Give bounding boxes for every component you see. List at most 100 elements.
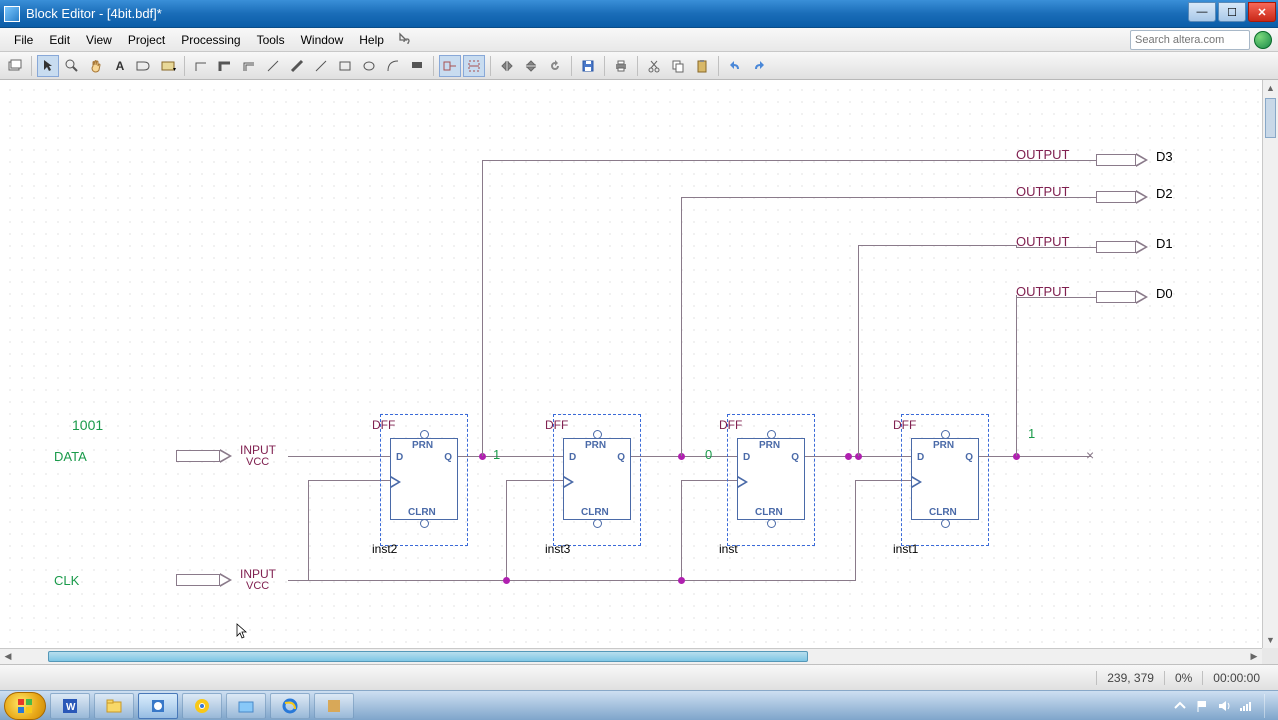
horizontal-scrollbar[interactable]: ◀ ▶: [0, 648, 1262, 664]
wire[interactable]: [1016, 160, 1096, 161]
wire[interactable]: [1016, 247, 1096, 248]
tool-ortho-bus[interactable]: [214, 55, 236, 77]
menu-view[interactable]: View: [78, 31, 120, 49]
tray-flag-icon[interactable]: [1194, 698, 1210, 714]
wire[interactable]: [681, 480, 682, 580]
close-button[interactable]: ✕: [1248, 2, 1276, 22]
menu-help[interactable]: Help: [351, 31, 392, 49]
task-word[interactable]: W: [50, 693, 90, 719]
tool-flip-v[interactable]: [520, 55, 542, 77]
wire[interactable]: [979, 456, 1091, 457]
wire[interactable]: [458, 456, 563, 457]
tool-diag-bus[interactable]: [286, 55, 308, 77]
maximize-button[interactable]: ☐: [1218, 2, 1246, 22]
scroll-thumb[interactable]: [1265, 98, 1276, 138]
scroll-right-icon[interactable]: ▶: [1246, 649, 1262, 664]
task-folder[interactable]: [226, 693, 266, 719]
tool-undo[interactable]: [724, 55, 746, 77]
menu-processing[interactable]: Processing: [173, 31, 248, 49]
minimize-button[interactable]: —: [1188, 2, 1216, 22]
dff-inst1[interactable]: PRN D Q CLRN DFF inst1: [911, 424, 979, 536]
tool-text[interactable]: A: [109, 55, 131, 77]
tool-flip-h[interactable]: [496, 55, 518, 77]
dff-inst2[interactable]: PRN D Q CLRN DFF inst2: [390, 424, 458, 536]
dff-inst3[interactable]: PRN D Q CLRN DFF inst3: [563, 424, 631, 536]
tool-fill[interactable]: [406, 55, 428, 77]
tray-volume-icon[interactable]: [1216, 698, 1232, 714]
scroll-up-icon[interactable]: ▲: [1263, 80, 1278, 96]
wire[interactable]: [1016, 297, 1096, 298]
scroll-thumb[interactable]: [48, 651, 808, 662]
start-button[interactable]: [4, 692, 46, 720]
dff-type-label: DFF: [372, 418, 395, 432]
wire[interactable]: [482, 160, 483, 456]
wire-value-3: 1: [1028, 426, 1035, 441]
tool-diag-line[interactable]: [262, 55, 284, 77]
wire[interactable]: [1016, 245, 1017, 247]
tool-hand[interactable]: [85, 55, 107, 77]
search-globe-icon[interactable]: [1254, 31, 1272, 49]
menu-window[interactable]: Window: [293, 31, 352, 49]
tool-symbol[interactable]: [133, 55, 155, 77]
wire[interactable]: [308, 480, 390, 481]
wire[interactable]: [1016, 295, 1017, 456]
tool-copy[interactable]: [667, 55, 689, 77]
scroll-left-icon[interactable]: ◀: [0, 649, 16, 664]
wire[interactable]: [482, 160, 1016, 161]
tray-network-icon[interactable]: [1238, 698, 1254, 714]
wire[interactable]: [858, 245, 859, 456]
tool-rubberband-on[interactable]: [439, 55, 461, 77]
dff-type-label: DFF: [719, 418, 742, 432]
wire[interactable]: [506, 480, 507, 580]
tool-redo[interactable]: [748, 55, 770, 77]
tool-save[interactable]: [577, 55, 599, 77]
tool-oval[interactable]: [358, 55, 380, 77]
tool-selection[interactable]: [37, 55, 59, 77]
tool-conduit[interactable]: [238, 55, 260, 77]
dangling-x-icon: ×: [1086, 447, 1094, 463]
tool-block[interactable]: ▾: [157, 55, 179, 77]
scroll-down-icon[interactable]: ▼: [1263, 632, 1278, 648]
tool-partial-select[interactable]: [463, 55, 485, 77]
wire[interactable]: [288, 580, 856, 581]
windows-logo-icon: [15, 696, 35, 716]
tray-up-icon[interactable]: [1172, 698, 1188, 714]
wire[interactable]: [855, 480, 856, 580]
wire[interactable]: [858, 245, 1016, 246]
junction-node: [678, 577, 685, 584]
menu-edit[interactable]: Edit: [41, 31, 78, 49]
task-explorer[interactable]: [94, 693, 134, 719]
wire[interactable]: [681, 197, 1016, 198]
tool-paste[interactable]: [691, 55, 713, 77]
menu-project[interactable]: Project: [120, 31, 173, 49]
help-context-icon[interactable]: [398, 32, 414, 48]
tool-zoom[interactable]: [61, 55, 83, 77]
tool-rotate[interactable]: [544, 55, 566, 77]
tool-detach[interactable]: [4, 55, 26, 77]
wire-value-2: 0: [705, 447, 712, 462]
dff-inst[interactable]: PRN D Q CLRN DFF inst: [737, 424, 805, 536]
schematic-canvas[interactable]: 1001 DATA INPUT VCC CLK INPUT VCC: [0, 80, 1278, 664]
wire[interactable]: [288, 456, 390, 457]
task-chrome[interactable]: [182, 693, 222, 719]
output-name-d2: D2: [1156, 186, 1173, 201]
tool-ortho-line[interactable]: [190, 55, 212, 77]
tool-arc[interactable]: [382, 55, 404, 77]
task-quartus[interactable]: [138, 693, 178, 719]
dff-d-label: D: [396, 452, 403, 463]
wire[interactable]: [681, 197, 682, 456]
task-app[interactable]: [314, 693, 354, 719]
wire[interactable]: [1016, 197, 1096, 198]
show-desktop-button[interactable]: [1264, 694, 1270, 718]
tool-line[interactable]: [310, 55, 332, 77]
wire[interactable]: [308, 480, 309, 580]
tool-print[interactable]: [610, 55, 632, 77]
menu-file[interactable]: File: [6, 31, 41, 49]
vertical-scrollbar[interactable]: ▲ ▼: [1262, 80, 1278, 648]
app-icon: [4, 6, 20, 22]
task-ie[interactable]: [270, 693, 310, 719]
search-input[interactable]: [1130, 30, 1250, 50]
menu-tools[interactable]: Tools: [249, 31, 293, 49]
tool-rect[interactable]: [334, 55, 356, 77]
tool-cut[interactable]: [643, 55, 665, 77]
